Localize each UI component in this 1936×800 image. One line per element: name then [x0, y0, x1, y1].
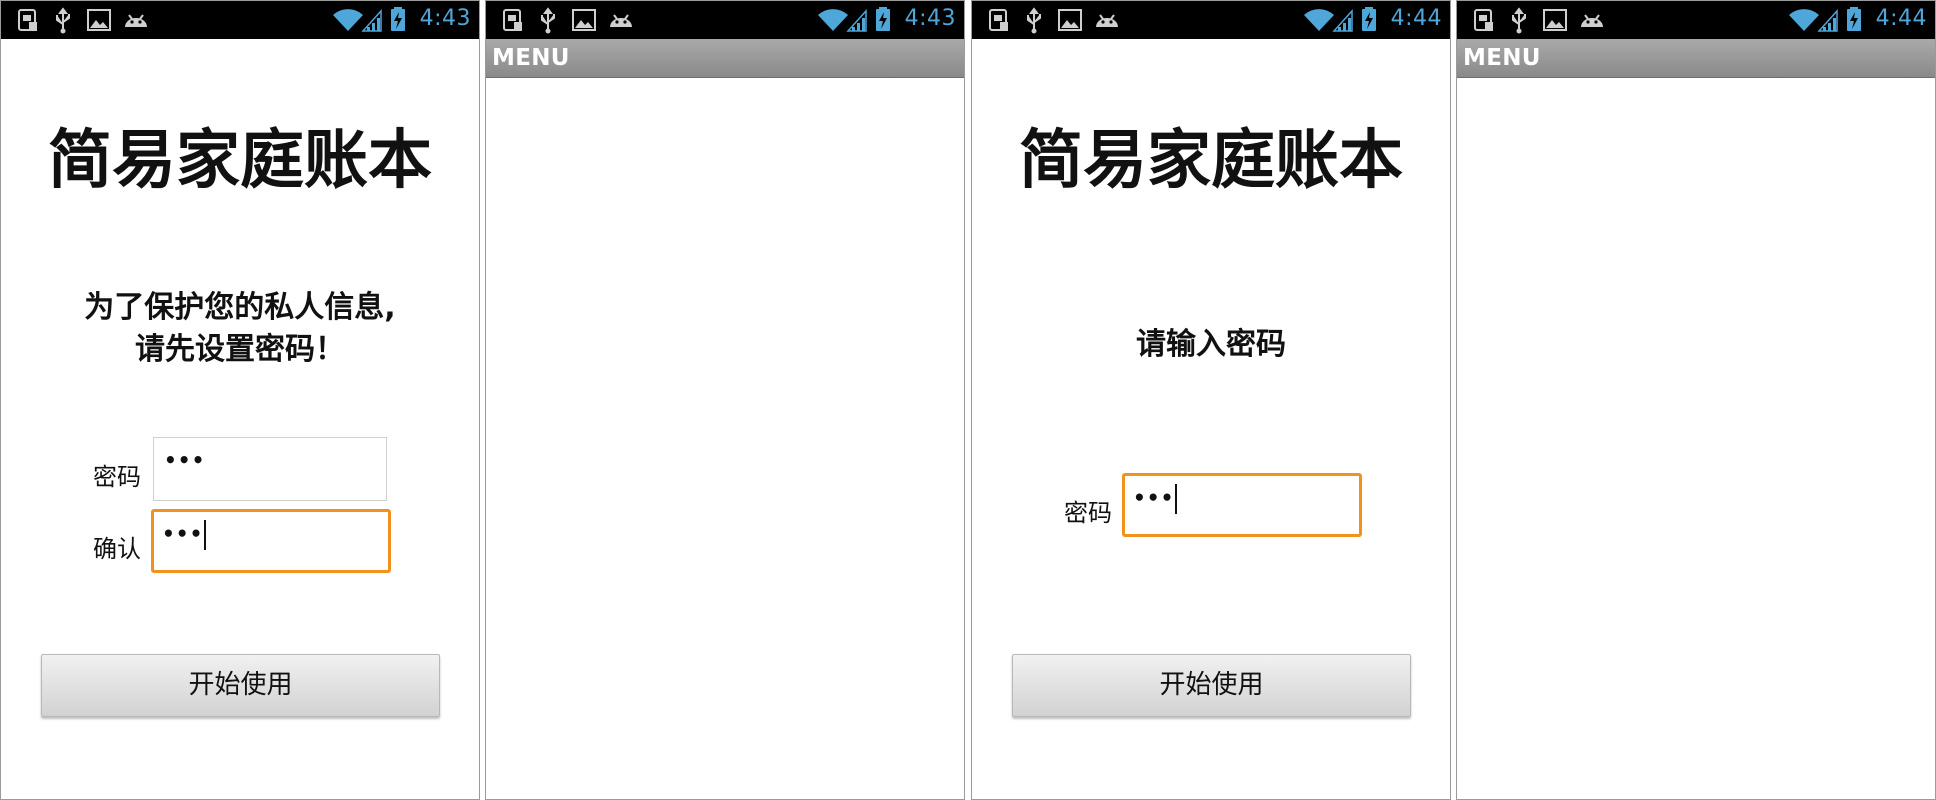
- enter-password-message: 请输入密码: [1136, 327, 1286, 362]
- menu-title: MENU: [1463, 45, 1541, 71]
- password-label: 密码: [93, 463, 141, 491]
- battery-charging-icon: [391, 7, 405, 31]
- confirm-password-field[interactable]: •••: [151, 509, 391, 573]
- sim-card-icon: [1474, 9, 1493, 31]
- android-icon: [1096, 14, 1118, 27]
- usb-icon: [1512, 7, 1526, 34]
- image-icon: [572, 9, 596, 31]
- password-value: •••: [1133, 485, 1175, 510]
- phone-screen-set-password: 4:43 简易家庭账本 为了保护您的私人信息, 请先设置密码！ 密码 ••• 确…: [0, 0, 480, 800]
- password-label: 密码: [1064, 499, 1112, 527]
- android-icon: [1581, 14, 1603, 27]
- android-icon: [610, 14, 632, 27]
- image-icon: [1543, 9, 1567, 31]
- image-icon: [1058, 9, 1082, 31]
- wifi-icon: [333, 9, 363, 32]
- menu-title-bar: MENU: [1457, 39, 1935, 78]
- signal-icon: [846, 9, 867, 32]
- wifi-icon: [1789, 9, 1819, 32]
- status-bar: 4:43: [1, 1, 479, 39]
- app-title: 简易家庭账本: [48, 124, 432, 198]
- signal-icon: [1332, 9, 1353, 32]
- status-bar: 4:43: [486, 1, 964, 39]
- screenshot-strip: 4:43 简易家庭账本 为了保护您的私人信息, 请先设置密码！ 密码 ••• 确…: [0, 0, 1936, 800]
- sim-card-icon: [989, 9, 1008, 31]
- phone-screen-enter-password: 4:44 简易家庭账本 请输入密码 密码 ••• 开始使用: [971, 0, 1451, 800]
- sim-card-icon: [503, 9, 522, 31]
- setup-message-line1: 为了保护您的私人信息,: [84, 290, 396, 325]
- usb-icon: [1027, 7, 1041, 34]
- status-time: 4:43: [904, 6, 956, 31]
- app-title: 简易家庭账本: [1019, 124, 1403, 198]
- status-bar: 4:44: [972, 1, 1450, 39]
- battery-charging-icon: [1847, 7, 1861, 31]
- signal-icon: [361, 9, 382, 32]
- battery-charging-icon: [1362, 7, 1376, 31]
- start-button[interactable]: 开始使用: [1012, 654, 1411, 717]
- status-time: 4:43: [419, 6, 471, 31]
- text-caret: [1175, 484, 1178, 514]
- sim-card-icon: [18, 9, 37, 31]
- wifi-icon: [1304, 9, 1334, 32]
- confirm-label: 确认: [93, 535, 141, 563]
- image-icon: [87, 9, 111, 31]
- phone-screen-menu: 4:44 MENU: [1456, 0, 1936, 800]
- wifi-icon: [818, 9, 848, 32]
- menu-title-bar: MENU: [486, 39, 964, 78]
- confirm-value: •••: [162, 521, 204, 546]
- menu-title: MENU: [492, 45, 570, 71]
- status-time: 4:44: [1875, 6, 1927, 31]
- text-caret: [204, 520, 207, 550]
- password-field[interactable]: •••: [153, 437, 387, 501]
- status-bar: 4:44: [1457, 1, 1935, 39]
- status-time: 4:44: [1390, 6, 1442, 31]
- setup-message-line2: 请先设置密码！: [135, 332, 345, 367]
- password-field[interactable]: •••: [1122, 473, 1362, 537]
- password-value: •••: [164, 448, 206, 472]
- usb-icon: [56, 7, 70, 34]
- phone-screen-menu: 4:43 MENU: [485, 0, 965, 800]
- signal-icon: [1817, 9, 1838, 32]
- android-icon: [125, 14, 147, 27]
- start-button[interactable]: 开始使用: [41, 654, 440, 717]
- battery-charging-icon: [876, 7, 890, 31]
- usb-icon: [541, 7, 555, 34]
